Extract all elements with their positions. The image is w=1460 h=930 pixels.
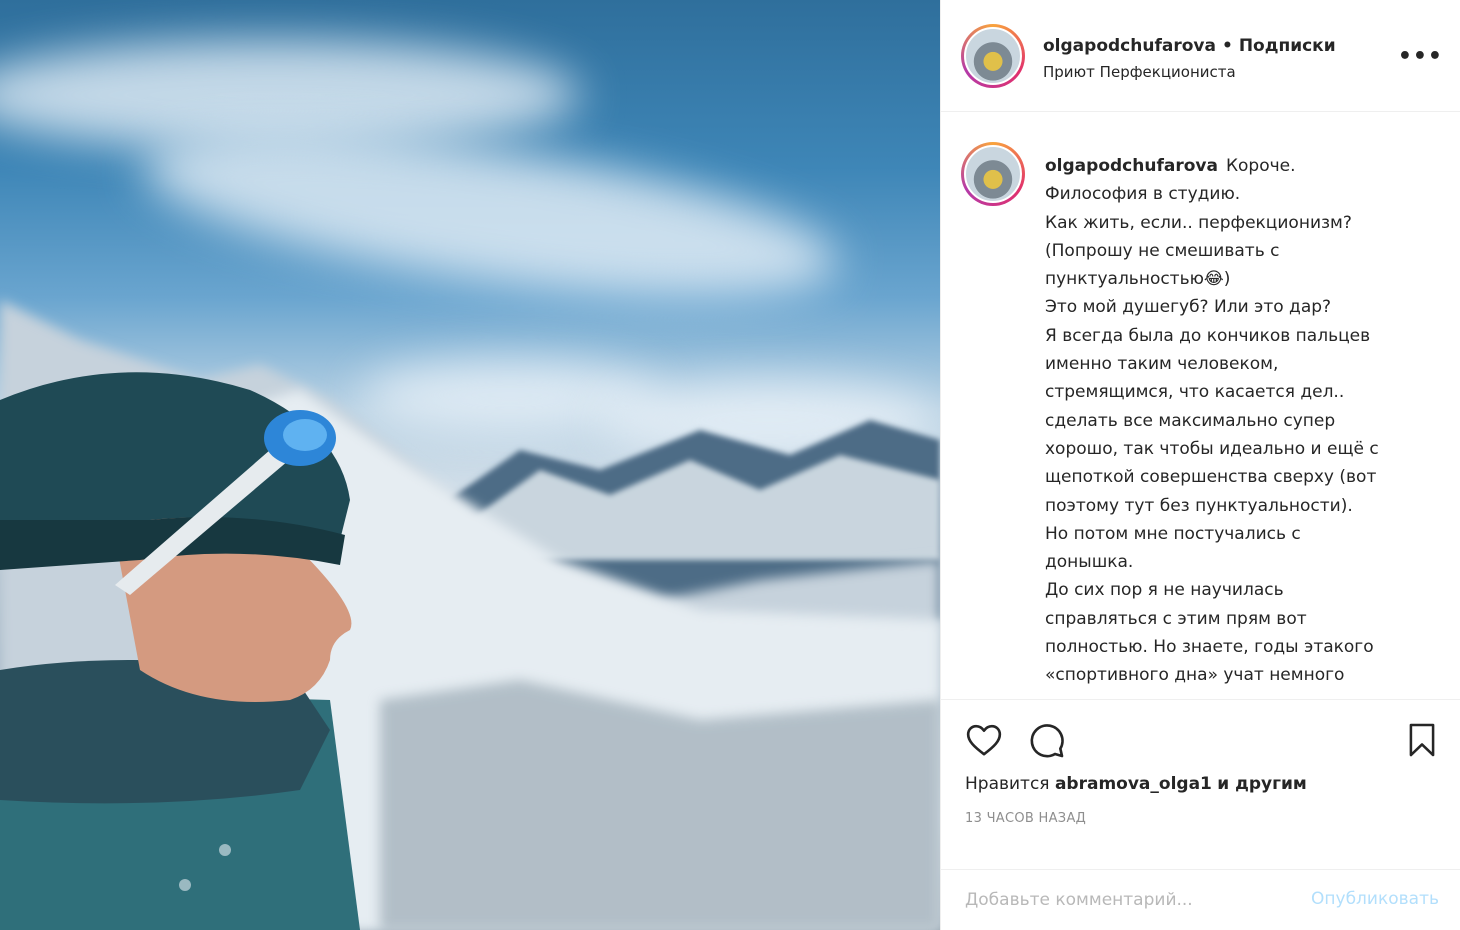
caption-username[interactable]: olgapodchufarova — [1045, 156, 1218, 176]
caption-line: «спортивного дна» учат немного — [1045, 665, 1345, 686]
caption-avatar-image — [964, 145, 1022, 203]
header-subtitle[interactable]: Приют Перфекциониста — [1043, 63, 1236, 81]
post-header: olgapodchufarova • Подписки Приют Перфекци… — [941, 0, 1460, 112]
caption-line: Философия в студию. — [1045, 184, 1241, 205]
caption-line: сделать все максимально супер — [1045, 410, 1336, 431]
caption-text: olgapodchufarova Короче. Философия в студ… — [1045, 152, 1425, 690]
follow-button[interactable]: Подписки — [1239, 36, 1336, 56]
post-photo[interactable] — [0, 0, 940, 930]
caption-line: полностью. Но знаете, годы этакого — [1045, 637, 1374, 658]
caption-line: Я всегда была до кончиков пальцев — [1045, 325, 1371, 346]
likes-user-link[interactable]: abramova_olga1 — [1055, 774, 1212, 794]
likes-prefix: Нравится — [965, 774, 1050, 794]
caption-line: стремящимся, что касается дел.. — [1045, 382, 1345, 403]
heart-icon[interactable] — [963, 720, 1005, 760]
caption-line: (Попрошу не смешивать с — [1045, 240, 1280, 261]
publish-button[interactable]: Опубликовать — [1311, 889, 1439, 909]
avatar[interactable] — [961, 24, 1025, 88]
caption-line: Как жить, если.. перфекционизм? — [1045, 212, 1352, 233]
caption-line: Это мой душегуб? Или это дар? — [1045, 297, 1332, 318]
likes-others-link[interactable]: и другим — [1217, 774, 1307, 794]
caption-line: именно таким человеком, — [1045, 354, 1279, 375]
comment-input[interactable] — [965, 884, 1265, 916]
likes-line: Нравится abramova_olga1 и другим — [965, 774, 1307, 794]
caption-line: донышка. — [1045, 552, 1134, 573]
bookmark-icon[interactable] — [1403, 720, 1441, 760]
caption-line: пунктуальностью😂) — [1045, 269, 1231, 290]
photo-person — [0, 372, 360, 930]
comment-icon[interactable] — [1025, 720, 1067, 760]
more-options-icon[interactable]: ••• — [1398, 44, 1443, 69]
caption-line: olgapodchufarova Короче. — [1045, 156, 1296, 176]
header-separator: • — [1221, 36, 1233, 56]
caption-line: поэтому тут без пунктуальности). — [1045, 495, 1353, 516]
header-user-line: olgapodchufarova • Подписки — [1043, 36, 1336, 56]
caption-line: Но потом мне постучались с — [1045, 523, 1301, 544]
comment-bar: Опубликовать — [941, 870, 1460, 930]
avatar-image — [964, 27, 1022, 85]
caption-line: хорошо, так чтобы идеально и ещё с — [1045, 438, 1379, 459]
caption-avatar[interactable] — [961, 142, 1025, 206]
caption-line: справляться с этим прям вот — [1045, 608, 1307, 629]
caption-line: щепоткой совершенства сверху (вот — [1045, 467, 1377, 488]
post-timestamp[interactable]: 13 ЧАСОВ НАЗАД — [965, 811, 1086, 826]
caption-area: olgapodchufarova Короче. Философия в студ… — [941, 112, 1460, 700]
actions-section: Нравится abramova_olga1 и другим 13 ЧАСО… — [941, 700, 1460, 870]
header-username[interactable]: olgapodchufarova — [1043, 36, 1216, 56]
caption-line: До сих пор я не научилась — [1045, 580, 1284, 601]
post-sidebar: olgapodchufarova • Подписки Приют Перфекци… — [940, 0, 1460, 930]
